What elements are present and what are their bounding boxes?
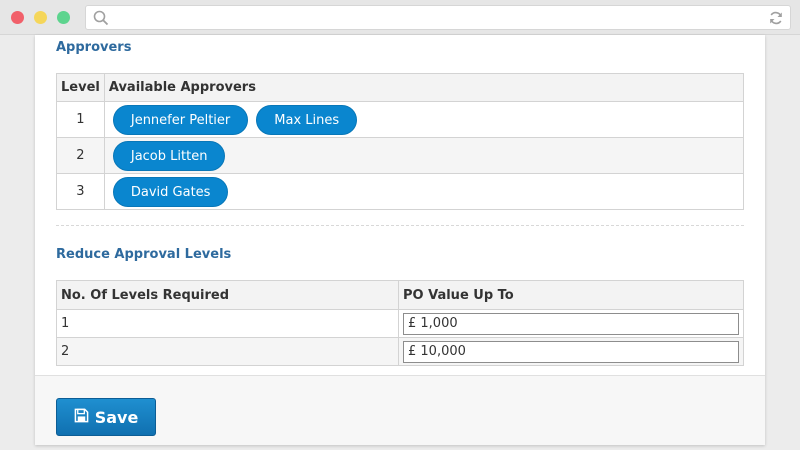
po-value-input[interactable]: £ 1,000 <box>403 312 739 335</box>
approvers-heading: Approvers <box>56 40 132 55</box>
approvers-table: Level Available Approvers 1 Jennefer Pel… <box>56 73 745 210</box>
close-window-button[interactable] <box>11 11 24 24</box>
level-cell: 2 <box>56 137 105 174</box>
level-column-header: Level <box>56 73 105 102</box>
approvers-cell: David Gates <box>103 173 745 210</box>
table-row: 3 David Gates <box>56 173 745 210</box>
search-icon <box>93 10 109 30</box>
approvers-cell: Jacob Litten <box>103 137 745 174</box>
table-row: 1 £ 1,000 <box>56 309 744 338</box>
level-cell: 3 <box>56 173 105 210</box>
table-row: 1 Jennefer Peltier Max Lines <box>56 101 745 138</box>
form-footer: Save <box>35 375 765 445</box>
minimize-window-button[interactable] <box>34 11 47 24</box>
approval-panel: Approvers Level Available Approvers 1 Je… <box>35 35 765 445</box>
browser-chrome <box>0 0 800 35</box>
available-approvers-column-header: Available Approvers <box>103 73 745 102</box>
section-divider <box>56 225 744 226</box>
save-button-label: Save <box>94 407 139 427</box>
approver-pill[interactable]: Jacob Litten <box>112 140 226 171</box>
po-value-cell: £ 10,000 <box>398 337 744 366</box>
save-icon <box>74 408 89 427</box>
po-value-column-header: PO Value Up To <box>398 280 744 310</box>
approver-pill[interactable]: Max Lines <box>256 104 358 135</box>
level-cell: 1 <box>56 101 105 138</box>
table-row: 2 Jacob Litten <box>56 137 745 174</box>
maximize-window-button[interactable] <box>57 11 70 24</box>
po-value-input[interactable]: £ 10,000 <box>403 340 739 363</box>
po-value-cell: £ 1,000 <box>398 309 744 338</box>
address-bar[interactable] <box>85 5 791 30</box>
save-button[interactable]: Save <box>56 398 156 436</box>
approver-pill[interactable]: Jennefer Peltier <box>112 104 249 135</box>
levels-required-cell: 2 <box>56 337 399 366</box>
levels-required-column-header: No. Of Levels Required <box>56 280 399 310</box>
approval-levels-table: No. Of Levels Required PO Value Up To 1 … <box>56 280 744 366</box>
approver-pill[interactable]: David Gates <box>112 176 229 207</box>
approvers-cell: Jennefer Peltier Max Lines <box>103 101 745 138</box>
table-row: 2 £ 10,000 <box>56 337 744 366</box>
reload-icon[interactable] <box>768 10 784 30</box>
reduce-approval-levels-heading: Reduce Approval Levels <box>56 247 232 262</box>
levels-required-cell: 1 <box>56 309 399 338</box>
